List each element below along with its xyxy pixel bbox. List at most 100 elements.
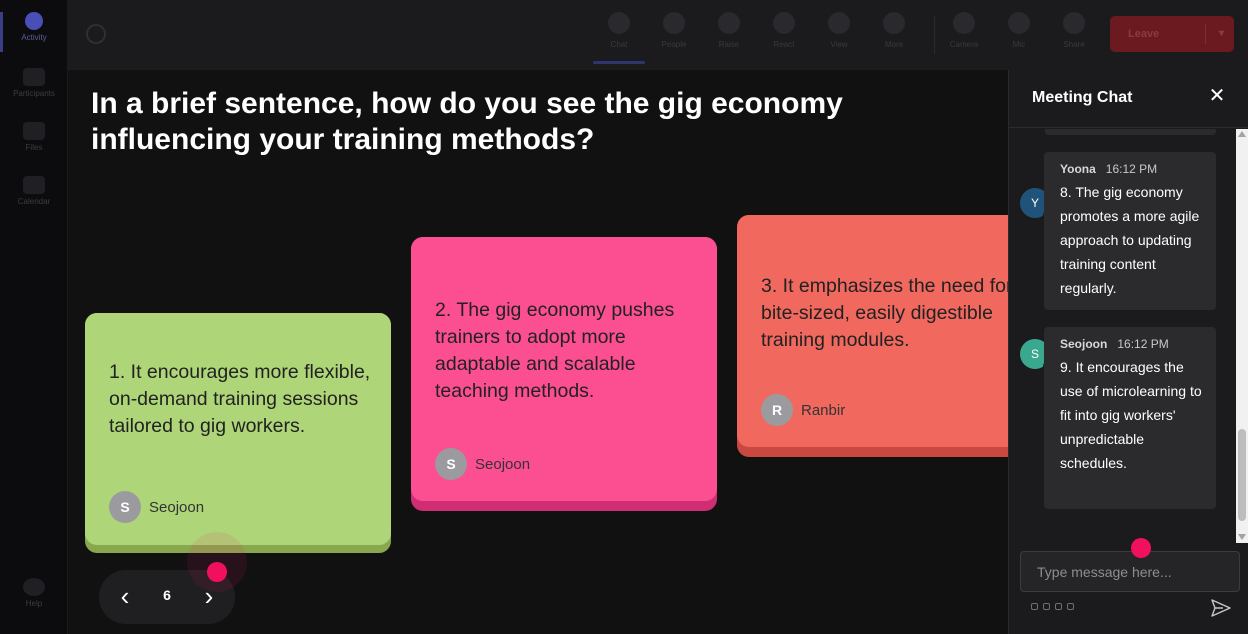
avatar: S	[435, 448, 467, 480]
toolbar-label: React	[773, 40, 795, 49]
chat-header: Meeting Chat ✕	[1009, 70, 1248, 128]
card-text: 2. The gig economy pushes trainers to ad…	[435, 299, 675, 402]
avatar-initial: S	[1030, 347, 1039, 361]
previous-message-stub	[1045, 129, 1216, 135]
response-card[interactable]: 1. It encourages more flexible, on-deman…	[85, 313, 391, 553]
message-meta: Seojoon 16:12 PM	[1060, 337, 1206, 351]
scroll-up-icon[interactable]	[1238, 131, 1246, 137]
toolbar-share-button[interactable]: Share	[1052, 12, 1096, 49]
toolbar-people-button[interactable]: People	[652, 12, 696, 49]
rail-item-participants[interactable]: Participants	[0, 68, 68, 98]
toolbar-raise-button[interactable]: Raise	[707, 12, 751, 49]
toolbar-label: View	[830, 40, 848, 49]
response-card[interactable]: 2. The gig economy pushes trainers to ad…	[411, 237, 717, 511]
files-icon	[23, 122, 45, 140]
message-meta: Yoona 16:12 PM	[1060, 162, 1206, 176]
card-text: 3. It emphasizes the need for bite-sized,…	[761, 275, 1008, 351]
help-icon	[23, 578, 45, 596]
sender-name: Seojoon	[1060, 337, 1108, 351]
message-text: 9. It encourages the use of microlearnin…	[1060, 359, 1202, 471]
avatar-initial: Y	[1030, 196, 1039, 210]
rail-item-label: Files	[25, 143, 43, 152]
message-time: 16:12 PM	[1117, 337, 1169, 351]
gif-icon[interactable]	[1067, 603, 1074, 610]
chat-title: Meeting Chat	[1032, 89, 1133, 106]
chat-icon	[608, 12, 630, 34]
activity-icon	[25, 12, 43, 30]
presentation-stage: In a brief sentence, how do you see the …	[68, 70, 1008, 634]
toolbar-mic-button[interactable]: Mic	[997, 12, 1041, 49]
toolbar-label: Raise	[718, 40, 740, 49]
message-bubble: Seojoon 16:12 PM 9. It encourages the use…	[1044, 327, 1216, 509]
emoji-icon[interactable]	[1055, 603, 1062, 610]
active-underline	[593, 61, 645, 64]
leave-divider	[1205, 24, 1206, 44]
message-bubble: Yoona 16:12 PM 8. The gig economy promote…	[1044, 152, 1216, 310]
shield-icon[interactable]	[86, 24, 106, 44]
rail-item-help[interactable]: Help	[0, 578, 68, 608]
toolbar-camera-button[interactable]: Camera	[942, 12, 986, 49]
card-text: 1. It encourages more flexible, on-deman…	[109, 361, 371, 437]
attach-icon[interactable]	[1043, 603, 1050, 610]
toolbar-label: Camera	[949, 40, 979, 49]
toolbar-divider	[934, 16, 935, 54]
people-icon	[663, 12, 685, 34]
card-author: S Seojoon	[109, 491, 204, 523]
chat-scrollbar[interactable]	[1236, 129, 1248, 543]
author-name: Seojoon	[475, 455, 531, 473]
format-icon[interactable]	[1031, 603, 1038, 610]
rail-item-files[interactable]: Files	[0, 122, 68, 152]
toolbar-view-button[interactable]: View	[817, 12, 861, 49]
leave-button[interactable]: Leave ▾	[1110, 16, 1234, 52]
meeting-chat-panel: Meeting Chat ✕ Y Yoona 16:12 PM 8. The gi…	[1008, 70, 1248, 634]
leave-label: Leave	[1128, 28, 1160, 40]
hand-icon	[718, 12, 740, 34]
slide-number: 6	[163, 587, 171, 603]
left-rail: Activity Participants Files Calendar Hel…	[0, 0, 68, 634]
toolbar-react-button[interactable]: React	[762, 12, 806, 49]
rail-item-label: Participants	[13, 89, 55, 98]
camera-icon	[953, 12, 975, 34]
avatar: R	[761, 394, 793, 426]
question-title: In a brief sentence, how do you see the …	[91, 87, 843, 156]
author-name: Ranbir	[801, 401, 846, 419]
close-icon[interactable]: ✕	[1207, 86, 1227, 106]
grid-icon	[828, 12, 850, 34]
rail-item-label: Help	[25, 599, 43, 608]
author-name: Seojoon	[149, 498, 205, 516]
response-card[interactable]: 3. It emphasizes the need for bite-sized,…	[737, 215, 1008, 457]
mic-icon	[1008, 12, 1030, 34]
avatar: S	[109, 491, 141, 523]
calendar-icon	[23, 176, 45, 194]
toolbar-label: More	[884, 40, 904, 49]
chat-message-input[interactable]	[1020, 551, 1240, 592]
card-author: R Ranbir	[761, 394, 845, 426]
toolbar-chat-button[interactable]: Chat	[593, 12, 645, 64]
send-icon[interactable]	[1211, 599, 1231, 617]
chat-tools	[1031, 603, 1074, 610]
rail-item-label: Activity	[21, 33, 47, 42]
participants-icon	[23, 68, 45, 86]
pointer-indicator	[1131, 538, 1151, 558]
rail-item-calendar[interactable]: Calendar	[0, 176, 68, 206]
message-time: 16:12 PM	[1105, 162, 1158, 176]
card-author: S Seojoon	[435, 448, 530, 480]
chevron-down-icon[interactable]: ▾	[1219, 16, 1224, 52]
rail-item-activity[interactable]: Activity	[0, 12, 68, 42]
message-text: 8. The gig economy promotes a more agile…	[1060, 184, 1200, 296]
smiley-icon	[773, 12, 795, 34]
meeting-toolbar: Chat People Raise React View More Camera…	[68, 0, 1248, 70]
toolbar-more-button[interactable]: More	[872, 12, 916, 49]
toolbar-label: Chat	[610, 40, 628, 49]
pointer-indicator	[207, 562, 227, 582]
sender-name: Yoona	[1060, 162, 1096, 176]
chat-message-list[interactable]: Y Yoona 16:12 PM 8. The gig economy promo…	[1009, 129, 1235, 543]
scroll-thumb[interactable]	[1238, 429, 1246, 521]
toolbar-label: People	[661, 40, 687, 49]
chevron-left-icon[interactable]: ‹	[113, 583, 137, 610]
scroll-down-icon[interactable]	[1238, 534, 1246, 540]
toolbar-label: Share	[1063, 40, 1085, 49]
toolbar-label: Mic	[1012, 40, 1026, 49]
rail-item-label: Calendar	[17, 197, 51, 206]
more-icon	[883, 12, 905, 34]
